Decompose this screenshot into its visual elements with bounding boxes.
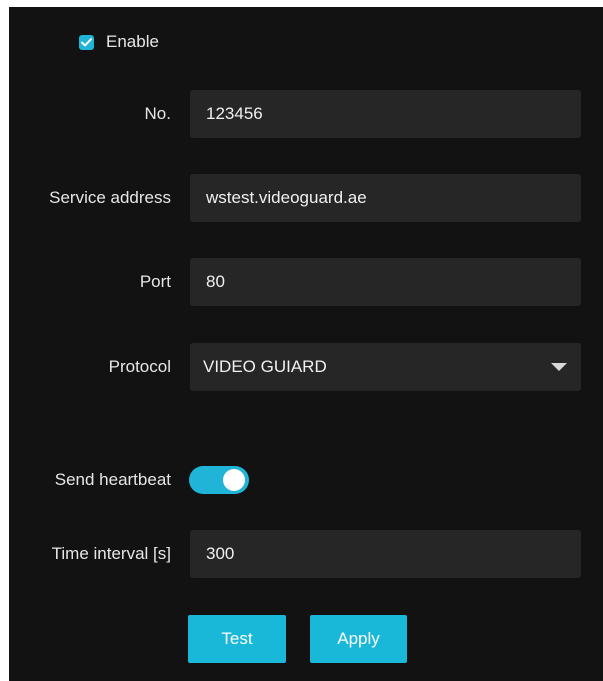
protocol-select[interactable]: VIDEO GUIARD bbox=[190, 343, 581, 391]
service-address-label: Service address bbox=[49, 188, 171, 207]
enable-row: Enable bbox=[79, 31, 159, 53]
send-heartbeat-row: Send heartbeat bbox=[9, 456, 603, 504]
port-row: Port 80 bbox=[9, 258, 603, 306]
caret-down-icon bbox=[551, 363, 567, 371]
enable-label: Enable bbox=[106, 32, 159, 51]
protocol-selected-value: VIDEO GUIARD bbox=[203, 357, 327, 376]
enable-checkbox[interactable] bbox=[79, 34, 94, 50]
toggle-knob bbox=[223, 469, 245, 491]
apply-button[interactable]: Apply bbox=[310, 615, 407, 663]
time-interval-label: Time interval [s] bbox=[51, 544, 171, 563]
port-input[interactable]: 80 bbox=[190, 258, 581, 306]
service-address-input[interactable]: wstest.videoguard.ae bbox=[190, 174, 581, 222]
settings-panel: Enable No. 123456 Service address wstest… bbox=[9, 7, 603, 681]
test-button[interactable]: Test bbox=[188, 615, 286, 663]
port-label: Port bbox=[139, 272, 171, 291]
checkmark-icon bbox=[81, 37, 92, 46]
time-interval-row: Time interval [s] 300 bbox=[9, 530, 603, 578]
send-heartbeat-toggle[interactable] bbox=[189, 466, 249, 494]
protocol-row: Protocol VIDEO GUIARD bbox=[9, 343, 603, 391]
no-input[interactable]: 123456 bbox=[190, 90, 581, 138]
time-interval-input[interactable]: 300 bbox=[190, 530, 581, 578]
protocol-label: Protocol bbox=[108, 357, 171, 376]
service-address-row: Service address wstest.videoguard.ae bbox=[9, 174, 603, 222]
no-label: No. bbox=[144, 104, 171, 123]
send-heartbeat-label: Send heartbeat bbox=[54, 470, 171, 489]
no-row: No. 123456 bbox=[9, 90, 603, 138]
